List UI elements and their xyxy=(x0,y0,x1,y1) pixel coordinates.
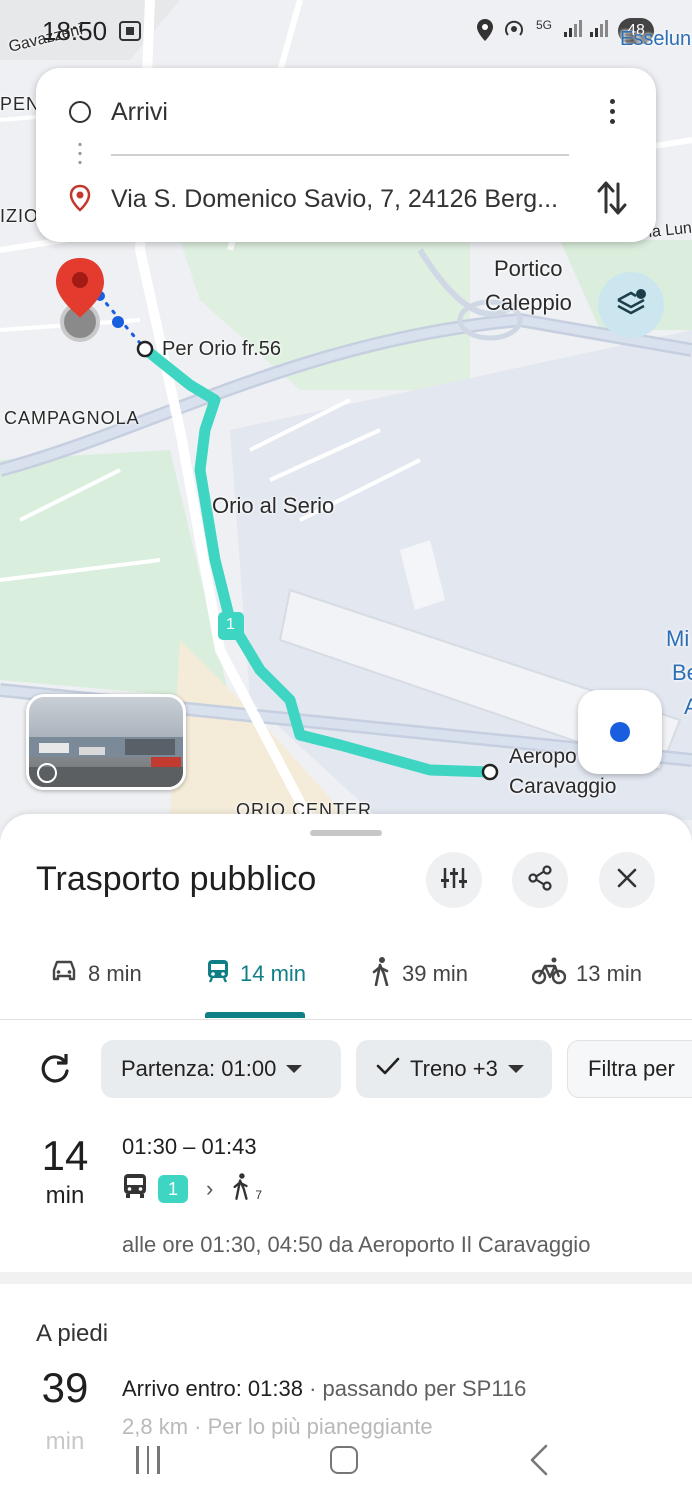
signal-icon-2 xyxy=(588,18,610,44)
map-label-caravaggio: Caravaggio xyxy=(509,775,617,798)
tab-walking-label: 39 min xyxy=(402,961,469,986)
destination-field[interactable]: Via S. Domenico Savio, 7, 24126 Berg... xyxy=(111,185,558,214)
map-label-mi: Mi xyxy=(666,626,690,651)
close-icon xyxy=(617,868,637,893)
route-options-button[interactable] xyxy=(426,852,482,908)
system-navigation-bar xyxy=(0,1424,692,1500)
stop-marker-end xyxy=(481,763,499,781)
share-button[interactable] xyxy=(512,852,568,908)
departure-time-label: Partenza: 01:00 xyxy=(121,1056,277,1081)
swap-directions-icon[interactable] xyxy=(596,178,628,223)
walking-section-title: A piedi xyxy=(36,1320,109,1347)
chevron-down-icon xyxy=(286,1065,303,1073)
travel-mode-tabs: 8 min 14 min 39 min 13 min xyxy=(0,940,692,1020)
more-options-icon[interactable] xyxy=(602,96,622,128)
layers-button[interactable] xyxy=(598,272,664,338)
walk-icon xyxy=(231,1172,251,1205)
bus-icon xyxy=(122,1172,148,1205)
walk-icon xyxy=(370,956,392,992)
tab-transit-label: 14 min xyxy=(240,961,307,986)
street-view-image xyxy=(29,737,183,787)
layers-icon xyxy=(614,286,648,325)
signal-icon-1 xyxy=(562,18,584,44)
network-type-label: 5G xyxy=(536,18,553,32)
walking-duration-value: 39 xyxy=(41,1364,89,1411)
route-departure-description: alle ore 01:30, 04:50 da Aeroporto Il Ca… xyxy=(122,1232,591,1257)
route-dots-connector xyxy=(78,140,82,168)
home-button[interactable] xyxy=(330,1446,358,1474)
route-badge-label: 1 xyxy=(226,616,235,633)
walking-via: · passando per SP116 xyxy=(302,1376,527,1401)
check-icon xyxy=(376,1056,400,1082)
chevron-right-icon: › xyxy=(206,1175,214,1201)
location-status-icon xyxy=(476,18,494,48)
filter-chip[interactable]: Filtra per xyxy=(567,1040,692,1098)
directions-sheet: Trasporto pubblico 8 min 14 min 39 min 1… xyxy=(0,814,692,1500)
transit-modes-chip[interactable]: Treno +3 xyxy=(356,1040,552,1098)
transit-modes-label: Treno +3 xyxy=(410,1056,498,1081)
tab-walking[interactable]: 39 min xyxy=(370,954,468,994)
section-divider xyxy=(0,1272,692,1284)
walking-arrival-time: Arrivo entro: 01:38 xyxy=(122,1376,303,1401)
chevron-down-icon xyxy=(507,1065,524,1073)
field-divider xyxy=(111,154,569,156)
back-button[interactable] xyxy=(528,1444,550,1481)
sheet-drag-handle[interactable] xyxy=(310,830,382,836)
origin-field[interactable]: Arrivi xyxy=(111,98,168,127)
tab-driving[interactable]: 8 min xyxy=(50,954,142,994)
car-icon xyxy=(50,959,78,989)
map-label-stop-start: Per Orio fr.56 xyxy=(162,338,281,360)
tab-transit[interactable]: 14 min xyxy=(206,954,306,994)
bike-icon xyxy=(531,957,567,991)
my-location-button[interactable] xyxy=(578,690,662,774)
hotspot-icon xyxy=(503,18,525,46)
my-location-icon xyxy=(610,722,630,742)
sheet-title: Trasporto pubblico xyxy=(36,860,317,898)
tab-cycling-label: 13 min xyxy=(576,961,643,986)
destination-pin-icon xyxy=(69,184,91,217)
recent-apps-button[interactable] xyxy=(136,1446,160,1474)
tab-driving-label: 8 min xyxy=(88,961,142,986)
map-label-pen: PEN xyxy=(0,94,41,114)
active-tab-indicator xyxy=(205,1012,305,1018)
share-icon xyxy=(527,864,553,896)
map-label-aeroporto: Aeropo xyxy=(509,745,577,768)
close-button[interactable] xyxy=(599,852,655,908)
transit-icon xyxy=(206,958,230,990)
map-label-caleppio: Caleppio xyxy=(485,290,572,315)
map-label-izio: IZIO xyxy=(0,206,39,226)
origin-circle-icon xyxy=(69,101,91,123)
map-label-campagnola: CAMPAGNOLA xyxy=(4,408,140,428)
directions-search-card: Arrivi Via S. Domenico Savio, 7, 24126 B… xyxy=(36,68,656,242)
status-time: 18:50 xyxy=(42,16,108,46)
walk-minutes: 7 xyxy=(255,1187,263,1202)
map-label-orio-al-serio: Orio al Serio xyxy=(212,493,335,518)
refresh-icon[interactable] xyxy=(38,1052,72,1091)
screenshot-icon xyxy=(118,20,142,48)
filter-label: Filtra per xyxy=(588,1056,675,1081)
route-steps: 1 › 7 xyxy=(122,1172,262,1205)
map-label-airp: Airp xyxy=(684,694,692,719)
filter-chips-row: Partenza: 01:00 Treno +3 Filtra per xyxy=(0,1040,692,1098)
status-bar: 18:50 5G 48 Esselun xyxy=(0,0,692,62)
transit-route-option[interactable]: 14 min 01:30 – 01:43 1 › 7 alle ore 01:3… xyxy=(0,1120,692,1270)
route-duration-value: 14 xyxy=(41,1132,89,1179)
stop-marker-start xyxy=(136,340,154,358)
bus-line-badge: 1 xyxy=(158,1174,188,1203)
tab-cycling[interactable]: 13 min xyxy=(531,954,643,994)
route-duration-unit: min xyxy=(45,1182,85,1209)
tune-icon xyxy=(441,866,467,895)
street-view-thumbnail[interactable] xyxy=(26,694,186,790)
walking-arrival-line: Arrivo entro: 01:38 · passando per SP116 xyxy=(122,1376,526,1402)
map-label-esselunga: Esselun xyxy=(620,28,692,50)
departure-time-chip[interactable]: Partenza: 01:00 xyxy=(101,1040,341,1098)
route-time-range: 01:30 – 01:43 xyxy=(122,1134,257,1159)
map-label-berg: Berg xyxy=(672,660,692,685)
map-label-portico: Portico xyxy=(494,256,563,281)
